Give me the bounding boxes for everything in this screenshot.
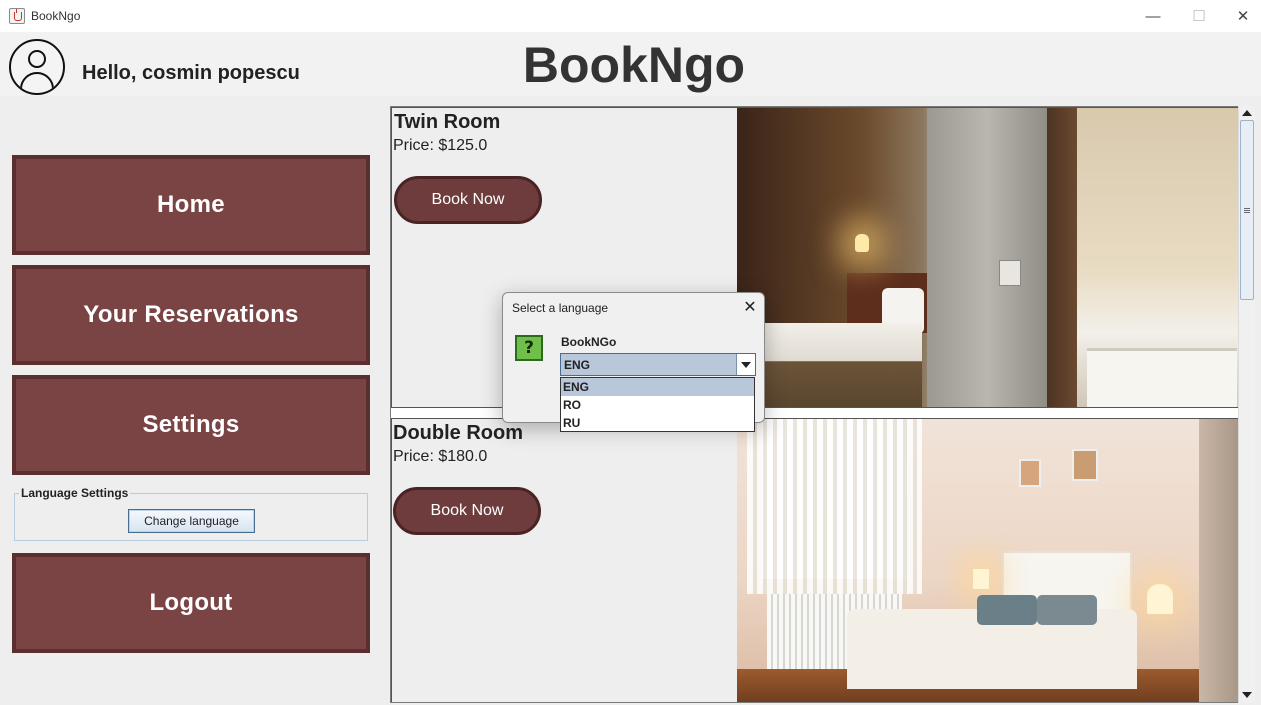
your-reservations-button[interactable]: Your Reservations	[12, 265, 370, 365]
language-option-eng[interactable]: ENG	[561, 378, 754, 396]
language-dropdown-list: ENG RO RU	[560, 377, 755, 432]
twin-room-photo	[737, 108, 1238, 407]
scrollbar-thumb[interactable]	[1240, 120, 1254, 300]
chevron-down-icon	[741, 361, 751, 368]
scroll-up-arrow-icon[interactable]	[1242, 110, 1252, 116]
user-avatar-icon	[9, 39, 65, 95]
photo-door	[927, 108, 1047, 407]
photo-curtain	[747, 419, 922, 594]
dropdown-arrow-button[interactable]	[736, 354, 755, 375]
window-title-bar: BookNgo — ☐ ✕	[0, 0, 1261, 32]
header: Hello, cosmin popescu BookNgo	[0, 32, 1261, 96]
scrollbar-grip-icon	[1244, 208, 1250, 213]
room-list-scrollbar[interactable]	[1238, 106, 1255, 703]
photo-lamp	[1147, 584, 1173, 614]
photo-bathtub	[1087, 348, 1237, 407]
language-select[interactable]: ENG	[560, 353, 756, 376]
avatar-shoulders	[20, 72, 54, 93]
app-brand-title: BookNgo	[522, 37, 746, 93]
book-now-button[interactable]: Book Now	[393, 487, 541, 535]
photo-pillow	[977, 595, 1037, 625]
book-now-button[interactable]: Book Now	[394, 176, 542, 224]
maximize-button[interactable]: ☐	[1176, 0, 1222, 32]
change-language-button[interactable]: Change language	[128, 509, 255, 533]
home-button[interactable]: Home	[12, 155, 370, 255]
room-price: Price: $180.0	[393, 448, 488, 465]
photo-light-switch	[999, 260, 1021, 286]
photo-wall-picture	[1019, 459, 1041, 487]
java-cup-icon	[9, 8, 25, 24]
minimize-button[interactable]: —	[1130, 0, 1176, 32]
photo-wall-edge	[1199, 419, 1238, 702]
close-window-button[interactable]: ✕	[1220, 0, 1261, 32]
language-option-ro[interactable]: RO	[561, 396, 754, 414]
photo-wall-picture	[1072, 449, 1098, 481]
photo-lamp	[973, 569, 989, 589]
avatar-head	[28, 50, 46, 68]
language-settings-group: Language Settings Change language	[14, 486, 368, 541]
window-title: BookNgo	[31, 9, 81, 23]
room-price: Price: $125.0	[393, 137, 488, 154]
user-greeting: Hello, cosmin popescu	[82, 62, 300, 84]
language-option-ru[interactable]: RU	[561, 414, 754, 432]
logout-button[interactable]: Logout	[12, 553, 370, 653]
room-name: Double Room	[393, 422, 523, 444]
dialog-title: Select a language	[512, 301, 609, 315]
language-select-value: ENG	[564, 358, 591, 372]
photo-door-frame	[1047, 108, 1077, 407]
photo-pillow	[1037, 595, 1097, 625]
room-name: Twin Room	[394, 111, 501, 133]
dialog-close-button[interactable]: ✕	[738, 296, 762, 318]
settings-button[interactable]: Settings	[12, 375, 370, 475]
double-room-photo	[737, 419, 1238, 702]
photo-lamp	[855, 234, 869, 252]
scroll-down-arrow-icon[interactable]	[1242, 692, 1252, 698]
room-card-double: Double Room Price: $180.0 Book Now	[391, 418, 1239, 702]
language-settings-title: Language Settings	[19, 486, 131, 500]
question-icon: ?	[515, 335, 543, 361]
dialog-message: BookNGo	[561, 335, 617, 349]
